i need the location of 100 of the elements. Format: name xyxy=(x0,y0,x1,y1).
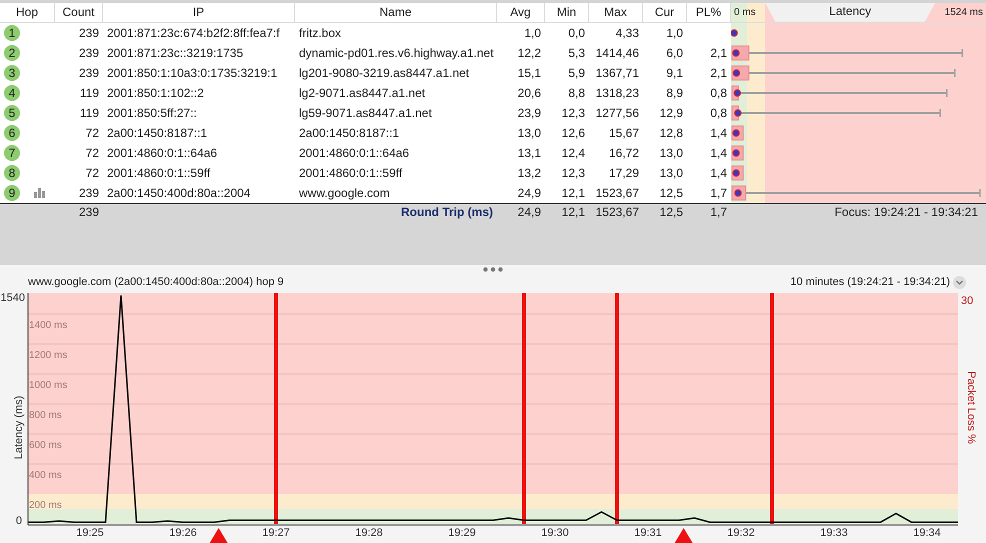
average-marker xyxy=(732,149,740,156)
x-axis-label: 19:32 xyxy=(727,527,755,539)
table-cell: 5,3 xyxy=(568,46,585,60)
table-cell: 2001:850:5ff:27:: xyxy=(107,106,197,120)
table-cell: 12,9 xyxy=(660,106,683,120)
hop-number-badge: 3 xyxy=(4,64,20,81)
focus-range-text: Focus: 19:24:21 - 19:34:21 xyxy=(834,204,978,219)
table-cell: 12,3 xyxy=(562,106,585,120)
y-gridline-label: 1400 ms xyxy=(29,320,68,331)
table-cell: 1,0 xyxy=(666,26,683,40)
table-cell: 239 xyxy=(78,26,99,40)
average-marker xyxy=(734,189,742,196)
column-header[interactable]: Min xyxy=(545,2,589,22)
splitter-handle-icon[interactable] xyxy=(483,267,503,272)
x-axis-label: 19:33 xyxy=(820,527,848,539)
table-cell: 12,8 xyxy=(660,126,683,140)
hop-number-badge: 5 xyxy=(4,104,20,121)
table-cell: 2001:4860:0:1::64a6 xyxy=(107,146,218,160)
y-gridline-label: 600 ms xyxy=(29,440,62,451)
summary-cell: 239 xyxy=(78,204,99,219)
table-cell: 12,5 xyxy=(660,186,683,200)
column-header[interactable]: Avg xyxy=(497,2,545,22)
y-axis-min-label: 0 xyxy=(16,515,22,527)
table-cell: 12,3 xyxy=(562,166,585,180)
average-marker xyxy=(732,49,740,56)
table-cell: 5,9 xyxy=(568,66,585,80)
column-header[interactable]: Latency xyxy=(765,2,936,22)
table-cell: 1,4 xyxy=(710,166,727,180)
table-cell: 12,6 xyxy=(562,126,585,140)
bar-chart-icon[interactable] xyxy=(34,188,45,198)
hop-number-badge: 8 xyxy=(4,164,20,181)
event-marker-icon[interactable] xyxy=(210,528,228,543)
table-cell: 1,0 xyxy=(524,26,541,40)
table-cell: 0,0 xyxy=(568,26,585,40)
column-header[interactable]: Name xyxy=(295,2,497,22)
y-gridline-label: 1000 ms xyxy=(29,380,68,391)
table-cell: 2001:850:1:10a3:0:1735:3219:1 xyxy=(107,66,278,80)
table-cell: 6,0 xyxy=(666,46,683,60)
scale-min-label: 0 ms xyxy=(733,6,757,20)
column-header[interactable]: Count xyxy=(55,2,103,22)
column-header[interactable]: Hop xyxy=(0,2,55,22)
table-cell: 72 xyxy=(86,166,99,180)
table-cell: lg201-9080-3219.as8447.a1.net xyxy=(299,66,470,80)
table-cell: 2,1 xyxy=(710,66,727,80)
table-cell: fritz.box xyxy=(299,26,342,40)
table-cell: 13,1 xyxy=(518,146,541,160)
column-header[interactable]: Cur xyxy=(643,2,687,22)
table-cell: 8,9 xyxy=(666,86,683,100)
table-cell: www.google.com xyxy=(299,186,390,200)
table-cell: 15,67 xyxy=(608,126,639,140)
average-marker xyxy=(732,69,740,76)
average-marker xyxy=(734,109,742,116)
chevron-down-icon[interactable] xyxy=(953,276,966,288)
x-axis-label: 19:28 xyxy=(355,527,383,539)
table-cell: 72 xyxy=(86,146,99,160)
average-marker xyxy=(731,29,738,36)
table-cell: 13,0 xyxy=(660,166,683,180)
table-cell: lg2-9071.as8447.a1.net xyxy=(299,86,426,100)
table-cell: 2,1 xyxy=(710,46,727,60)
y-gridline-label: 800 ms xyxy=(29,410,62,421)
table-cell: 12,2 xyxy=(518,46,541,60)
summary-cell: 12,1 xyxy=(562,204,585,219)
table-cell: 239 xyxy=(78,66,99,80)
y2-axis-title: Packet Loss % xyxy=(965,371,977,444)
y-gridline-label: 1200 ms xyxy=(29,350,68,361)
table-cell: 4,33 xyxy=(616,26,639,40)
y2-axis-max-label: 30 xyxy=(961,295,974,307)
x-axis-label: 19:29 xyxy=(448,527,476,539)
table-cell: 12,1 xyxy=(562,186,585,200)
table-cell: 15,1 xyxy=(518,66,541,80)
table-cell: 119 xyxy=(80,106,99,120)
table-cell: 1318,23 xyxy=(596,86,639,100)
table-cell: 2001:871:23c::3219:1735 xyxy=(107,46,244,60)
table-cell: 1,4 xyxy=(710,146,727,160)
hop-number-badge: 2 xyxy=(4,44,20,61)
table-cell: 13,0 xyxy=(660,146,683,160)
table-cell: 2001:850:1:102::2 xyxy=(107,86,204,100)
table-cell: 1367,71 xyxy=(596,66,639,80)
event-marker-icon[interactable] xyxy=(674,528,693,543)
table-cell: 2001:871:23c:674:b2f2:8ff:fea7:f xyxy=(107,26,280,40)
table-cell: 13,2 xyxy=(518,166,541,180)
table-cell: 2a00:1450:400d:80a::2004 xyxy=(107,186,250,200)
x-axis-label: 19:34 xyxy=(913,527,941,539)
x-axis-label: 19:26 xyxy=(169,527,197,539)
x-axis-label: 19:25 xyxy=(76,527,104,539)
table-cell: 2a00:1450:8187::1 xyxy=(107,126,208,140)
table-cell: 0,8 xyxy=(710,86,727,100)
table-cell: 24,9 xyxy=(518,186,541,200)
table-cell: 2001:4860:0:1::64a6 xyxy=(299,146,410,160)
average-marker xyxy=(734,89,742,96)
table-cell: 0,8 xyxy=(710,106,727,120)
y-gridline-label: 200 ms xyxy=(29,500,62,511)
table-cell: 2001:4860:0:1::59ff xyxy=(107,166,210,180)
table-cell: 2a00:1450:8187::1 xyxy=(299,126,400,140)
x-axis-label: 19:30 xyxy=(541,527,569,539)
hop-number-badge: 1 xyxy=(4,24,20,41)
table-cell: 1523,67 xyxy=(596,186,639,200)
column-header[interactable]: IP xyxy=(103,2,295,22)
column-header[interactable]: Max xyxy=(589,2,643,22)
y-axis-max-label: 1540 xyxy=(0,292,25,304)
